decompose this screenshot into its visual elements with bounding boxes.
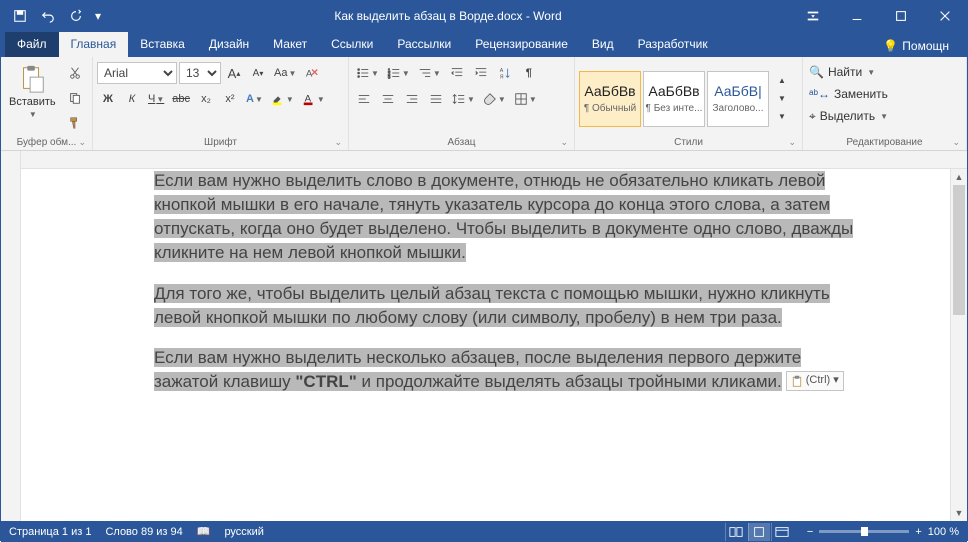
paste-button[interactable]: Вставить ▼ bbox=[5, 62, 60, 121]
qat-customize-icon[interactable]: ▾ bbox=[91, 3, 105, 29]
replace-button[interactable]: ᵃᵇ↔Заменить bbox=[807, 84, 890, 104]
horizontal-ruler[interactable] bbox=[21, 151, 967, 169]
numbering-button[interactable]: 123▼ bbox=[384, 62, 413, 84]
maximize-icon[interactable] bbox=[879, 1, 923, 31]
selected-text: Если вам нужно выделить слово в документ… bbox=[154, 171, 853, 262]
vertical-ruler[interactable] bbox=[1, 151, 21, 521]
scroll-up-icon[interactable]: ▲ bbox=[951, 169, 967, 185]
zoom-in-button[interactable]: + bbox=[915, 526, 921, 538]
styles-gallery-scroll[interactable]: ▲ ▼ ▼ bbox=[771, 72, 793, 126]
increase-indent-button[interactable] bbox=[470, 62, 492, 84]
subscript-button[interactable]: x₂ bbox=[195, 88, 217, 110]
group-clipboard: Буфер обм... bbox=[5, 135, 88, 150]
close-icon[interactable] bbox=[923, 1, 967, 31]
print-layout-button[interactable] bbox=[748, 523, 770, 541]
tab-mailings[interactable]: Рассылки bbox=[385, 32, 463, 57]
tab-file[interactable]: Файл bbox=[5, 32, 59, 57]
minimize-icon[interactable] bbox=[835, 1, 879, 31]
font-size-select[interactable]: 13 bbox=[179, 62, 221, 84]
underline-button[interactable]: Ч▼ bbox=[145, 88, 167, 110]
cut-button[interactable] bbox=[64, 62, 86, 84]
scroll-down-icon[interactable]: ▼ bbox=[951, 505, 967, 521]
tab-layout[interactable]: Макет bbox=[261, 32, 319, 57]
tab-review[interactable]: Рецензирование bbox=[463, 32, 580, 57]
shading-button[interactable]: ▼ bbox=[480, 88, 509, 110]
status-language[interactable]: русский bbox=[224, 526, 263, 538]
svg-text:Я: Я bbox=[500, 74, 504, 80]
status-proofing-icon[interactable]: 📖 bbox=[197, 525, 211, 538]
copy-button[interactable] bbox=[64, 87, 86, 109]
line-spacing-button[interactable]: ▼ bbox=[449, 88, 478, 110]
style-normal[interactable]: АаБбВв¶ Обычный bbox=[579, 71, 641, 127]
group-editing: Редактирование bbox=[807, 135, 962, 150]
save-icon[interactable] bbox=[7, 3, 33, 29]
zoom-level[interactable]: 100 % bbox=[928, 526, 959, 538]
strike-button[interactable]: abc bbox=[169, 88, 193, 110]
tab-design[interactable]: Дизайн bbox=[197, 32, 261, 57]
select-button[interactable]: ⌖Выделить▼ bbox=[807, 106, 890, 126]
read-mode-button[interactable] bbox=[725, 523, 747, 541]
clear-format-button[interactable]: A bbox=[301, 62, 323, 84]
paste-options-button[interactable]: (Ctrl) ▾ bbox=[786, 371, 844, 391]
group-font: Шрифт bbox=[97, 135, 344, 150]
superscript-button[interactable]: x² bbox=[219, 88, 241, 110]
group-styles: Стили bbox=[579, 135, 798, 150]
document-page[interactable]: Если вам нужно выделить слово в документ… bbox=[114, 169, 874, 430]
tell-me[interactable]: 💡Помощн bbox=[875, 35, 957, 57]
highlight-button[interactable]: ▼ bbox=[268, 88, 297, 110]
font-name-select[interactable]: Arial bbox=[97, 62, 177, 84]
bullets-button[interactable]: ▼ bbox=[353, 62, 382, 84]
web-layout-button[interactable] bbox=[771, 523, 793, 541]
replace-icon: ᵃᵇ↔ bbox=[809, 87, 830, 101]
text-effects-button[interactable]: A▼ bbox=[243, 88, 266, 110]
shrink-font-button[interactable]: A▾ bbox=[247, 62, 269, 84]
cursor-icon: ⌖ bbox=[809, 109, 816, 124]
zoom-out-button[interactable]: − bbox=[807, 526, 813, 538]
find-button[interactable]: 🔍Найти▼ bbox=[807, 62, 890, 82]
search-icon: 🔍 bbox=[809, 65, 824, 79]
lightbulb-icon: 💡 bbox=[883, 39, 898, 53]
font-color-button[interactable]: A▼ bbox=[299, 88, 328, 110]
show-marks-button[interactable]: ¶ bbox=[518, 62, 540, 84]
style-heading1[interactable]: АаБбВ|Заголово... bbox=[707, 71, 769, 127]
format-painter-button[interactable] bbox=[64, 112, 86, 134]
italic-button[interactable]: К bbox=[121, 88, 143, 110]
borders-button[interactable]: ▼ bbox=[511, 88, 540, 110]
tab-insert[interactable]: Вставка bbox=[128, 32, 197, 57]
tab-references[interactable]: Ссылки bbox=[319, 32, 385, 57]
status-page[interactable]: Страница 1 из 1 bbox=[9, 526, 91, 538]
multilevel-button[interactable]: ▼ bbox=[415, 62, 444, 84]
style-nospacing[interactable]: АаБбВв¶ Без инте... bbox=[643, 71, 705, 127]
tab-home[interactable]: Главная bbox=[59, 32, 129, 57]
bold-button[interactable]: Ж bbox=[97, 88, 119, 110]
status-words[interactable]: Слово 89 из 94 bbox=[105, 526, 182, 538]
clipboard-icon bbox=[17, 64, 47, 94]
undo-icon[interactable] bbox=[35, 3, 61, 29]
selected-text: Если вам нужно выделить несколько абзаце… bbox=[154, 348, 801, 391]
zoom-slider[interactable] bbox=[819, 530, 909, 533]
align-center-button[interactable] bbox=[377, 88, 399, 110]
grow-font-button[interactable]: A▴ bbox=[223, 62, 245, 84]
vertical-scrollbar[interactable]: ▲ ▼ bbox=[950, 169, 967, 521]
svg-text:A: A bbox=[500, 68, 504, 74]
scrollbar-thumb[interactable] bbox=[953, 185, 965, 315]
selected-text: Для того же, чтобы выделить целый абзац … bbox=[154, 284, 830, 327]
tab-developer[interactable]: Разработчик bbox=[626, 32, 720, 57]
align-right-button[interactable] bbox=[401, 88, 423, 110]
tab-view[interactable]: Вид bbox=[580, 32, 626, 57]
align-left-button[interactable] bbox=[353, 88, 375, 110]
decrease-indent-button[interactable] bbox=[446, 62, 468, 84]
sort-button[interactable]: AЯ bbox=[494, 62, 516, 84]
change-case-button[interactable]: Aa▼ bbox=[271, 62, 299, 84]
redo-icon[interactable] bbox=[63, 3, 89, 29]
justify-button[interactable] bbox=[425, 88, 447, 110]
window-title: Как выделить абзац в Ворде.docx - Word bbox=[105, 9, 791, 23]
ribbon-options-icon[interactable] bbox=[791, 1, 835, 31]
group-paragraph: Абзац bbox=[353, 135, 570, 150]
svg-text:3: 3 bbox=[388, 74, 391, 79]
